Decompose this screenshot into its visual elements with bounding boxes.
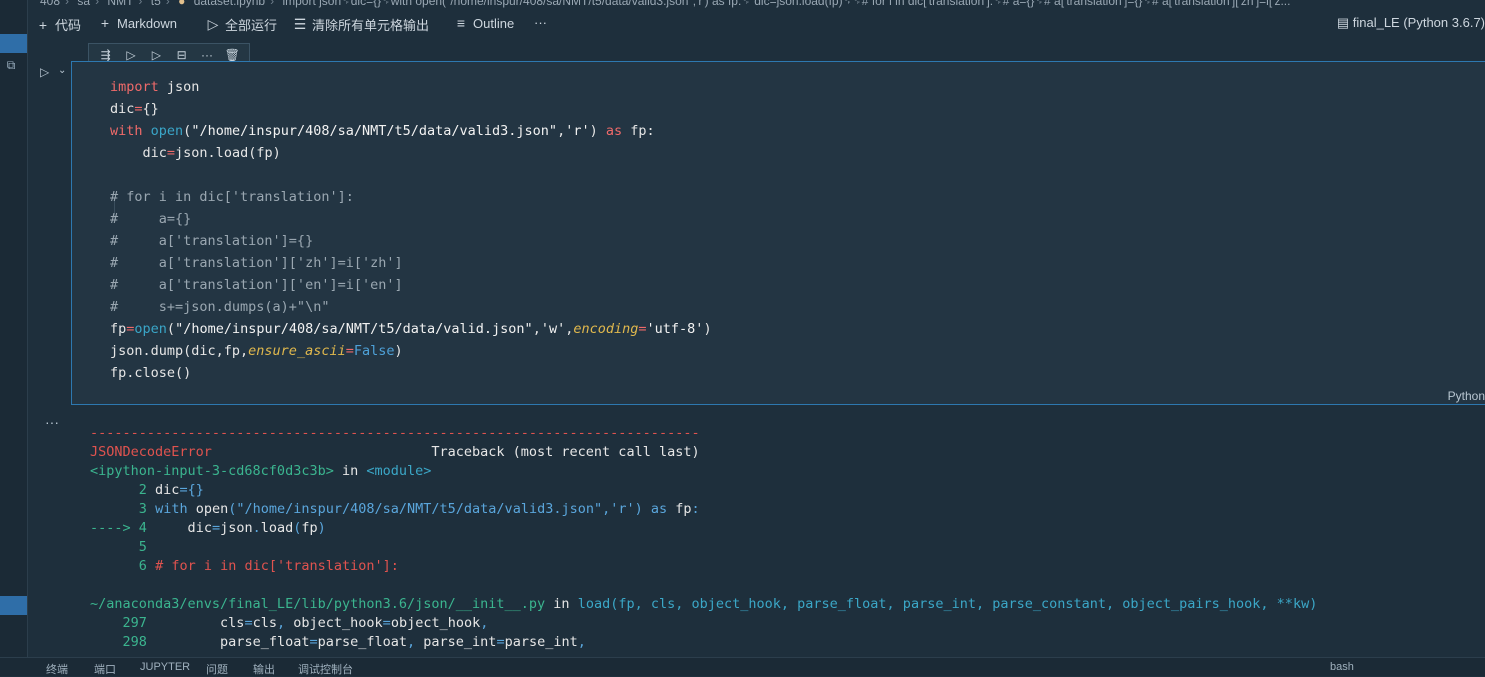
breadcrumb-item[interactable]: 408 — [40, 0, 60, 8]
clear-outputs-label: 清除所有单元格输出 — [312, 18, 430, 33]
run-all-button[interactable]: ▷ 全部运行 — [206, 15, 277, 34]
clear-all-icon: ☰ — [293, 16, 307, 32]
code-line: import json — [110, 79, 200, 95]
code-line: # a['translation']['zh']=i['zh'] — [110, 255, 403, 271]
error-name: JSONDecodeError — [90, 444, 212, 460]
restore-icon[interactable]: ⧉ — [4, 58, 18, 72]
activity-highlight-bottom[interactable] — [0, 596, 27, 615]
clear-outputs-button[interactable]: ☰ 清除所有单元格输出 — [293, 15, 429, 34]
code-line: # a={} — [110, 211, 192, 227]
outline-button[interactable]: ≡ Outline — [454, 15, 514, 31]
breadcrumb: 408 › sa › NMT › t5 › ● dataset.ipynb › impor… — [40, 0, 1480, 8]
breadcrumb-file[interactable]: dataset.ipynb — [194, 0, 265, 8]
kernel-picker[interactable]: ▤ final_LE (Python 3.6.7) — [1337, 15, 1485, 31]
code-line: fp.close() — [110, 365, 192, 381]
notebook-file-icon: ● — [178, 0, 186, 8]
kernel-icon: ▤ — [1336, 15, 1350, 30]
add-markdown-button[interactable]: + Markdown — [98, 15, 177, 31]
add-code-label: 代码 — [55, 18, 82, 33]
add-markdown-label: Markdown — [117, 15, 177, 31]
breadcrumb-item[interactable]: sa — [77, 0, 90, 8]
outline-label: Outline — [473, 15, 515, 31]
code-line: dic=json.load(fp) — [110, 145, 281, 161]
code-line: # s+=json.dumps(a)+"\n" — [110, 299, 330, 315]
plus-icon: + — [38, 16, 48, 33]
list-icon: ≡ — [456, 15, 466, 31]
code-cell-editor[interactable]: import json dic={} with open("/home/insp… — [71, 61, 1485, 405]
traceback-separator: ----------------------------------------… — [90, 425, 700, 441]
terminal-shell[interactable]: bash — [1330, 661, 1354, 673]
code-line: dic={} — [110, 101, 159, 117]
notebook-toolbar: + 代码 + Markdown ▷ 全部运行 ☰ 清除所有单元格输出 ≡ Out… — [30, 13, 1485, 35]
cell-language-label[interactable]: Python — [1448, 389, 1485, 403]
more-actions-button[interactable]: ··· — [534, 15, 547, 30]
plus-icon: + — [100, 15, 110, 31]
input-ref: <ipython-input-3-cd68cf0d3c3b> — [90, 463, 334, 479]
run-icon: ▷ — [207, 16, 219, 32]
tab-jupyter[interactable]: JUPYTER — [140, 661, 190, 673]
panel-tabs: 终端 端口 JUPYTER 问题 输出 调试控制台 bash — [0, 657, 1485, 676]
code-block: import json dic={} with open("/home/insp… — [110, 76, 712, 384]
breadcrumb-item[interactable]: NMT — [107, 0, 133, 8]
activity-bar: ⧉ — [0, 0, 28, 675]
run-cell-icon[interactable]: ▷ — [40, 65, 54, 79]
code-line: with open("/home/inspur/408/sa/NMT/t5/da… — [110, 123, 655, 139]
add-code-button[interactable]: + 代码 — [36, 15, 81, 34]
module-ref: <module> — [366, 463, 432, 479]
breadcrumb-cell[interactable]: import json␊dic={}␊with open("/home/insp… — [282, 0, 1290, 8]
code-line: json.dump(dic,fp,ensure_ascii=False) — [110, 343, 403, 359]
code-line: # a['translation']={} — [110, 233, 314, 249]
activity-highlight-top[interactable] — [0, 34, 27, 53]
error-output: ----------------------------------------… — [90, 425, 1318, 650]
breadcrumb-item[interactable]: t5 — [151, 0, 161, 8]
traceback-func: load(fp, cls, object_hook, parse_float, … — [577, 596, 1318, 612]
code-line: fp=open("/home/inspur/408/sa/NMT/t5/data… — [110, 321, 712, 337]
code-line: # for i in dic['translation']: — [110, 189, 354, 205]
traceback-file[interactable]: ~/anaconda3/envs/final_LE/lib/python3.6/… — [90, 596, 545, 612]
kernel-label: final_LE (Python 3.6.7) — [1352, 15, 1485, 30]
run-all-label: 全部运行 — [225, 18, 278, 33]
code-line: # a['translation']['en']=i['en'] — [110, 277, 403, 293]
traceback-header: Traceback (most recent call last) — [431, 444, 700, 460]
chevron-down-icon[interactable]: ⌄ — [58, 65, 66, 76]
output-more-button[interactable]: ··· — [45, 414, 59, 430]
